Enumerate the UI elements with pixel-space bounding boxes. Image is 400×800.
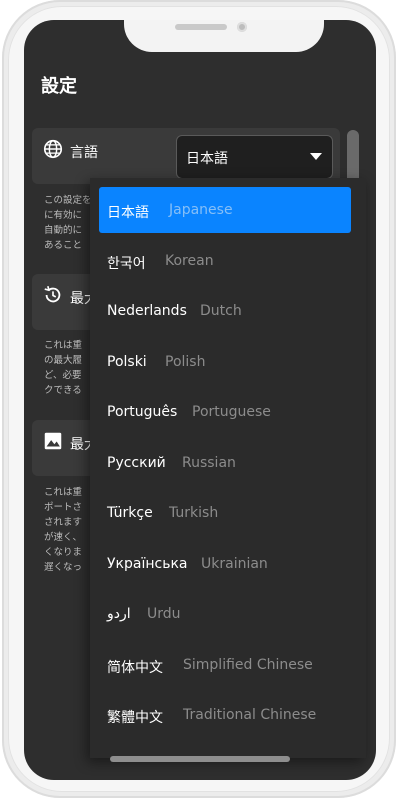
- option-english-name: Urdu: [147, 606, 181, 622]
- option-english-name: Polish: [165, 354, 206, 370]
- option-english-name: Russian: [182, 455, 236, 471]
- language-option-turkish[interactable]: Türkçe Turkish: [99, 490, 351, 536]
- option-english-name: Portuguese: [192, 404, 271, 420]
- language-option-polish[interactable]: Polski Polish: [99, 339, 351, 385]
- option-native-name: Türkçe: [107, 505, 153, 521]
- option-english-name: Dutch: [200, 303, 242, 319]
- language-option-ukrainian[interactable]: Українська Ukrainian: [99, 541, 351, 587]
- language-option-korean[interactable]: 한국어 Korean: [99, 238, 351, 284]
- speaker-grille: [175, 24, 227, 30]
- option-english-name: Simplified Chinese: [183, 657, 313, 673]
- option-native-name: 日本語: [107, 205, 149, 221]
- language-option-simplified-chinese[interactable]: 简体中文 Simplified Chinese: [99, 642, 351, 688]
- language-option-traditional-chinese[interactable]: 繁體中文 Traditional Chinese: [99, 692, 351, 738]
- language-option-portuguese[interactable]: Português Portuguese: [99, 389, 351, 435]
- option-english-name: Japanese: [169, 202, 233, 218]
- option-native-name: Polski: [107, 354, 147, 370]
- language-option-urdu[interactable]: اردو Urdu: [99, 591, 351, 637]
- language-dropdown: 日本語 Japanese 한국어 Korean Nederlands Dutch…: [90, 178, 366, 758]
- camera-icon: [237, 22, 247, 32]
- history-icon: [44, 285, 61, 303]
- language-option-dutch[interactable]: Nederlands Dutch: [99, 288, 351, 334]
- image-icon: [44, 432, 62, 450]
- language-option-russian[interactable]: Русский Russian: [99, 440, 351, 486]
- option-native-name: Nederlands: [107, 303, 187, 319]
- language-select[interactable]: 日本語: [176, 135, 333, 179]
- option-english-name: Turkish: [169, 505, 219, 521]
- app-screen: 設定 言語 日本語 この設定を に有効に 自動的に あること 最大 これは重 の…: [24, 20, 376, 780]
- option-native-name: 繁體中文: [107, 710, 163, 726]
- language-option-japanese[interactable]: 日本語 Japanese: [99, 187, 351, 233]
- option-native-name: Русский: [107, 455, 166, 471]
- page-title: 設定: [41, 76, 77, 97]
- option-native-name: Português: [107, 404, 178, 420]
- language-select-value: 日本語: [186, 151, 228, 167]
- option-native-name: اردو: [107, 606, 131, 622]
- option-native-name: 简体中文: [107, 660, 163, 676]
- home-indicator[interactable]: [110, 756, 290, 762]
- option-native-name: Українська: [107, 556, 188, 572]
- option-english-name: Ukrainian: [201, 556, 268, 572]
- chevron-down-icon: [310, 153, 322, 160]
- language-label: 言語: [70, 145, 98, 161]
- option-native-name: 한국어: [107, 256, 146, 272]
- globe-icon: [43, 139, 63, 159]
- option-english-name: Traditional Chinese: [183, 707, 317, 723]
- option-english-name: Korean: [165, 253, 214, 269]
